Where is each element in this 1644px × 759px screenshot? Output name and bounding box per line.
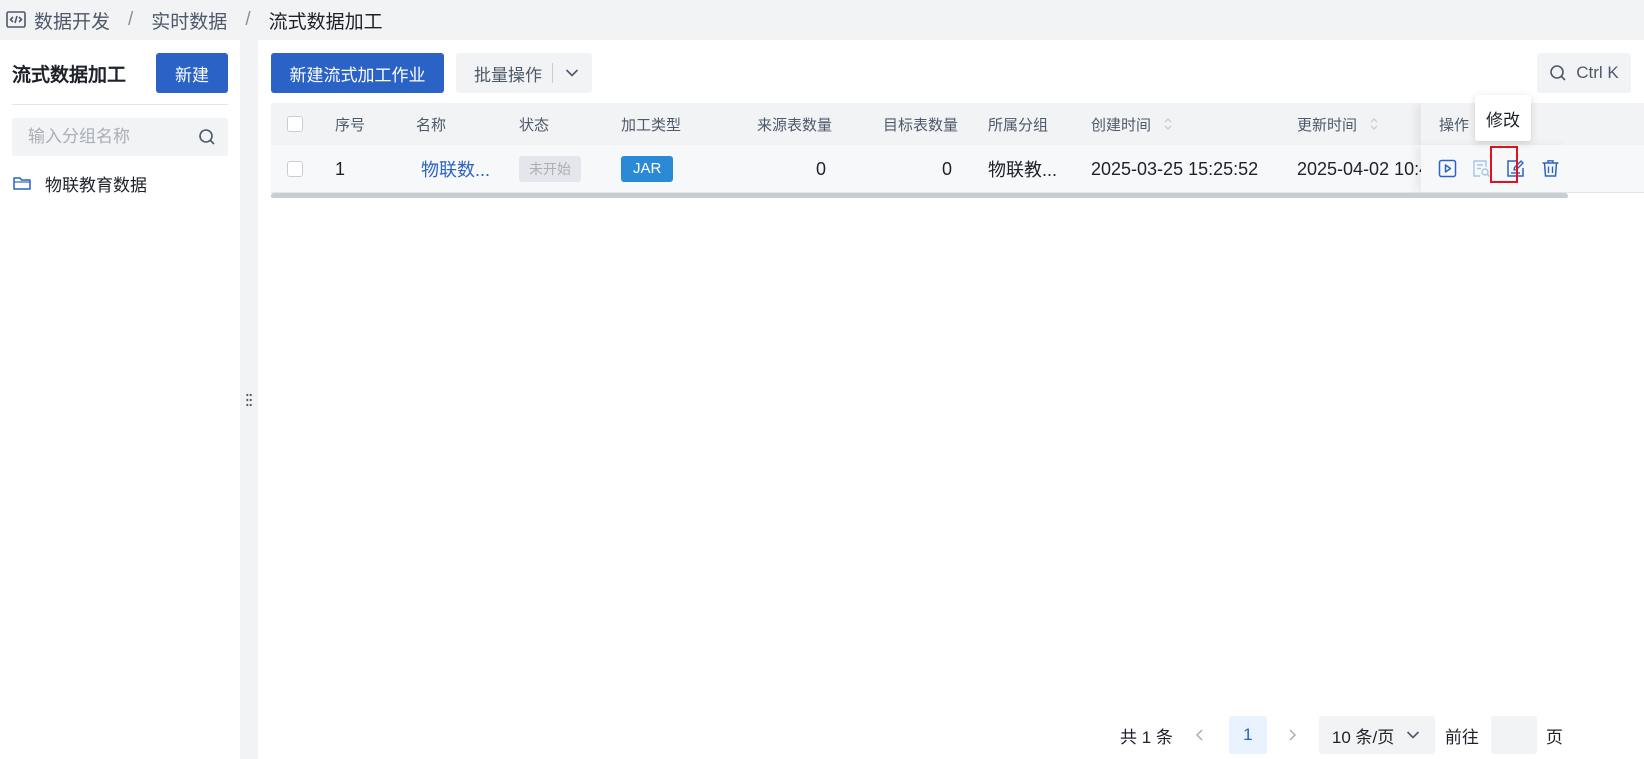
goto-page-input[interactable] [1490, 716, 1537, 754]
folder-icon [12, 174, 32, 192]
drag-grip-icon [246, 393, 252, 407]
pagination-total: 共 1 条 [1120, 727, 1173, 747]
chevron-down-icon [1406, 730, 1420, 740]
column-header-created-at[interactable]: 创建时间 [1091, 103, 1173, 145]
view-log-icon[interactable] [1472, 159, 1491, 178]
code-icon [6, 11, 26, 29]
cell-created-at: 2025-03-25 15:25:52 [1091, 158, 1259, 179]
delete-icon[interactable] [1541, 159, 1560, 178]
page-number-current[interactable]: 1 [1228, 716, 1267, 754]
page-size-label: 10 条/页 [1331, 727, 1395, 747]
global-search-button[interactable]: Ctrl K [1537, 53, 1631, 93]
column-header-index: 序号 [335, 116, 366, 134]
cell-group: 物联教... [988, 160, 1058, 180]
sort-icon[interactable] [1369, 116, 1379, 132]
next-page-icon[interactable] [1285, 728, 1299, 742]
table-header: 序号 名称 状态 加工类型 来源表数量 目标表数量 所属分组 创建时间 更新时间… [271, 103, 1644, 145]
column-header-label: 更新时间 [1297, 116, 1358, 134]
pagination: 共 1 条 1 10 条/页 前往 页 [1120, 716, 1563, 754]
search-icon[interactable] [198, 128, 216, 146]
cell-process-type: JAR [621, 145, 674, 193]
status-badge: 未开始 [519, 156, 581, 182]
cell-updated-at: 2025-04-02 10:4 [1297, 158, 1430, 179]
breadcrumb: 数据开发 / 实时数据 / 流式数据加工 [0, 0, 1644, 40]
cell-source-count: 0 [815, 158, 826, 179]
group-sidebar: 流式数据加工 新建 物联教育数据 [0, 40, 240, 759]
run-icon[interactable] [1438, 159, 1457, 178]
create-stream-job-button[interactable]: 新建流式加工作业 [271, 53, 444, 93]
cell-target-count: 0 [941, 158, 952, 179]
edit-icon-highlight [1490, 146, 1518, 183]
table-row[interactable]: 1 物联数... 未开始 JAR 0 0 物联教... 2025-03-25 1… [271, 145, 1644, 193]
chevron-down-icon [565, 68, 579, 78]
select-all-checkbox[interactable] [287, 116, 303, 132]
sidebar-title: 流式数据加工 [12, 65, 127, 86]
breadcrumb-item-realtime[interactable]: 实时数据 [151, 7, 227, 34]
breadcrumb-item-current: 流式数据加工 [268, 11, 383, 33]
column-header-label: 创建时间 [1091, 116, 1152, 134]
main-content: 新建流式加工作业 批量操作 Ctrl K 序号 名称 状态 加工类型 来源表数量… [258, 40, 1644, 759]
group-search-input[interactable] [28, 127, 198, 147]
search-icon [1549, 64, 1567, 82]
process-type-tag: JAR [621, 156, 674, 182]
column-header-name: 名称 [416, 116, 447, 134]
group-search-box [12, 118, 228, 156]
breadcrumb-separator: / [245, 9, 251, 30]
job-table: 序号 名称 状态 加工类型 来源表数量 目标表数量 所属分组 创建时间 更新时间… [271, 103, 1644, 198]
tree-item-label: 物联教育数据 [45, 175, 147, 195]
horizontal-scrollbar[interactable] [271, 193, 1568, 198]
column-header-group: 所属分组 [988, 116, 1049, 134]
batch-operations-dropdown[interactable]: 批量操作 [456, 53, 592, 93]
column-header-target-count: 目标表数量 [883, 116, 959, 134]
edit-tooltip: 修改 [1475, 95, 1531, 141]
divider [12, 104, 228, 105]
tree-item-group[interactable]: 物联教育数据 [12, 168, 147, 198]
header-checkbox-cell [287, 103, 303, 145]
page-size-select[interactable]: 10 条/页 [1318, 716, 1435, 754]
new-group-button[interactable]: 新建 [156, 53, 228, 93]
row-checkbox[interactable] [287, 161, 303, 177]
cell-status: 未开始 [519, 145, 581, 193]
row-checkbox-cell [287, 145, 303, 193]
column-header-process-type: 加工类型 [621, 116, 682, 134]
shortcut-label: Ctrl K [1576, 63, 1619, 82]
divider [552, 63, 553, 83]
prev-page-icon[interactable] [1193, 728, 1207, 742]
panel-resize-handle[interactable] [240, 40, 258, 759]
cell-index: 1 [335, 158, 346, 179]
page-suffix: 页 [1545, 727, 1563, 747]
breadcrumb-item-data-dev[interactable]: 数据开发 [34, 7, 110, 34]
cell-job-name-link[interactable]: 物联数... [421, 145, 490, 193]
column-header-actions: 操作 [1439, 116, 1470, 134]
column-header-source-count: 来源表数量 [757, 116, 833, 134]
column-header-updated-at[interactable]: 更新时间 [1297, 103, 1379, 145]
sort-icon[interactable] [1163, 116, 1173, 132]
goto-label: 前往 [1444, 727, 1479, 747]
breadcrumb-separator: / [128, 9, 134, 30]
column-header-status: 状态 [519, 116, 550, 134]
batch-operations-label: 批量操作 [474, 65, 542, 85]
